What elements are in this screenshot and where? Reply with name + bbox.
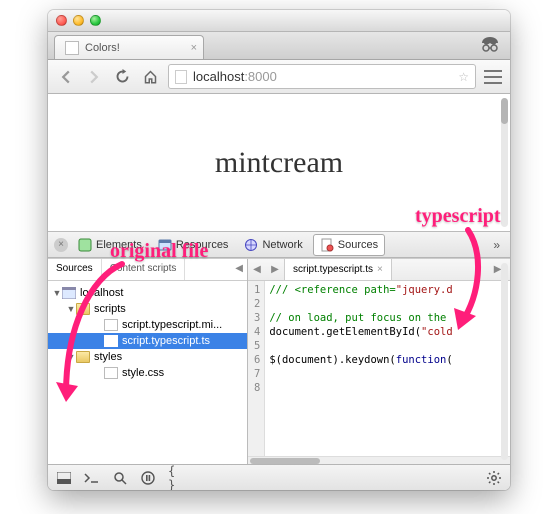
window-titlebar (48, 10, 510, 32)
frame-icon (62, 287, 76, 299)
code-content[interactable]: 12345678 /// <reference path="jquery.d /… (248, 281, 510, 456)
file-icon (104, 319, 118, 331)
code-editor: ◀ ▶ script.typescript.ts × ▶| 12345678 /… (248, 259, 510, 464)
tab-resources[interactable]: Resources (152, 234, 235, 256)
folder-icon (76, 351, 90, 363)
tree-folder-styles[interactable]: ▼styles (48, 349, 247, 365)
tab-elements[interactable]: Elements (72, 234, 148, 256)
close-window-button[interactable] (56, 15, 67, 26)
address-bar[interactable]: localhost:8000 ☆ (168, 64, 476, 89)
close-file-icon[interactable]: × (377, 264, 383, 275)
devtools-panel-tabs: × Elements Resources Network Sources » (48, 232, 510, 258)
zoom-window-button[interactable] (90, 15, 101, 26)
file-icon (104, 335, 118, 347)
subtab-content-scripts[interactable]: Content scripts (102, 259, 186, 280)
page-icon (175, 70, 187, 84)
tree-file-ts[interactable]: script.typescript.ts (48, 333, 247, 349)
tab-network[interactable]: Network (238, 234, 308, 256)
editor-file-tabs: ◀ ▶ script.typescript.ts × ▶| (248, 259, 510, 281)
pause-icon[interactable] (140, 470, 156, 486)
close-devtools-button[interactable]: × (54, 238, 68, 252)
back-button[interactable] (56, 67, 76, 87)
traffic-lights (56, 15, 101, 26)
browser-window: Colors! × localhost:8000 ☆ mintcream × (48, 10, 510, 490)
tab-title: Colors! (85, 42, 120, 54)
next-file-icon[interactable]: ▶ (266, 264, 284, 275)
devtools-body: Sources Content scripts ◀ ▼localhost ▼sc… (48, 258, 510, 464)
pretty-print-icon[interactable]: { } (168, 470, 184, 486)
incognito-icon (478, 35, 502, 55)
forward-button[interactable] (84, 67, 104, 87)
home-button[interactable] (140, 67, 160, 87)
collapse-sidebar-icon[interactable]: ◀ (231, 259, 247, 280)
page-text: mintcream (215, 146, 343, 180)
menu-icon[interactable] (484, 70, 502, 84)
more-panels-button[interactable]: » (489, 238, 504, 252)
tree-folder-scripts[interactable]: ▼scripts (48, 301, 247, 317)
editor-tab[interactable]: script.typescript.ts × (284, 259, 392, 280)
console-icon[interactable] (84, 470, 100, 486)
editor-vscrollbar[interactable] (501, 263, 508, 460)
file-tree: ▼localhost ▼scripts script.typescript.mi… (48, 281, 247, 464)
code-text: /// <reference path="jquery.d // on load… (265, 281, 456, 456)
editor-hscrollbar[interactable] (248, 456, 510, 464)
browser-toolbar: localhost:8000 ☆ (48, 60, 510, 94)
reload-button[interactable] (112, 67, 132, 87)
subtab-sources[interactable]: Sources (48, 259, 102, 280)
settings-gear-icon[interactable] (486, 470, 502, 486)
prev-file-icon[interactable]: ◀ (248, 264, 266, 275)
url-text: localhost:8000 (193, 69, 277, 84)
folder-icon (76, 303, 90, 315)
tree-file-min[interactable]: script.typescript.mi... (48, 317, 247, 333)
sources-sidebar: Sources Content scripts ◀ ▼localhost ▼sc… (48, 259, 248, 464)
bookmark-star-icon[interactable]: ☆ (458, 70, 469, 84)
page-viewport: mintcream (48, 94, 510, 232)
devtools: × Elements Resources Network Sources » (48, 232, 510, 490)
tab-strip: Colors! × (48, 32, 510, 60)
page-icon (65, 41, 79, 55)
close-tab-icon[interactable]: × (191, 42, 197, 54)
minimize-window-button[interactable] (73, 15, 84, 26)
page-scrollbar[interactable] (501, 98, 508, 227)
dock-icon[interactable] (56, 470, 72, 486)
line-gutter: 12345678 (248, 281, 265, 456)
file-icon (104, 367, 118, 379)
tab-sources[interactable]: Sources (313, 234, 385, 256)
browser-tab[interactable]: Colors! × (54, 35, 204, 59)
tree-file-css[interactable]: style.css (48, 365, 247, 381)
devtools-statusbar: { } (48, 464, 510, 490)
tree-domain[interactable]: ▼localhost (48, 285, 247, 301)
search-icon[interactable] (112, 470, 128, 486)
sources-subtabs: Sources Content scripts ◀ (48, 259, 247, 281)
